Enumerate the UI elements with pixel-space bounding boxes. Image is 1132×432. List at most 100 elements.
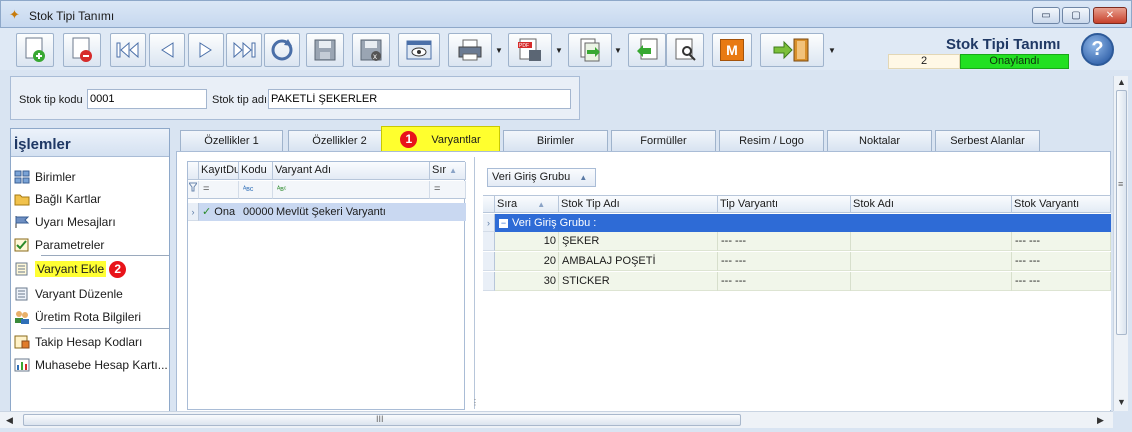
- table-row[interactable]: 20 AMBALAJ POŞETİ --- --- --- ---: [495, 252, 1111, 271]
- tab-properties-1[interactable]: Özellikler 1: [180, 130, 283, 151]
- last-record-button[interactable]: [226, 33, 262, 67]
- action-production-route[interactable]: Üretim Rota Bilgileri: [11, 306, 169, 328]
- m-button[interactable]: M: [712, 33, 752, 67]
- minimize-button[interactable]: ▭: [1032, 7, 1060, 24]
- stock-name-cell[interactable]: [851, 252, 1012, 271]
- action-warning-messages[interactable]: Uyarı Mesajları: [11, 211, 169, 233]
- filter-variant-name[interactable]: ᴬʙᶜ: [273, 181, 430, 199]
- variant-status-cell[interactable]: ✓ Ona: [200, 203, 239, 221]
- export-button[interactable]: [568, 33, 612, 67]
- help-button[interactable]: ?: [1081, 33, 1114, 66]
- table-row[interactable]: 30 STICKER --- --- --- ---: [495, 272, 1111, 291]
- first-record-button[interactable]: [110, 33, 146, 67]
- exit-dropdown-icon[interactable]: ▼: [828, 46, 836, 55]
- export-icon: [580, 38, 600, 62]
- exit-button[interactable]: [760, 33, 824, 67]
- action-parameters[interactable]: Parametreler: [11, 234, 169, 256]
- maximize-button[interactable]: ▢: [1062, 7, 1090, 24]
- scroll-down-icon[interactable]: ▼: [1117, 397, 1126, 407]
- variant-code-cell[interactable]: 00000: [241, 203, 274, 221]
- horizontal-scroll-thumb[interactable]: III: [23, 414, 741, 426]
- col-header-order[interactable]: Sır ▲: [430, 162, 466, 180]
- splitter[interactable]: [474, 157, 475, 409]
- col-header-stock-type-name[interactable]: Stok Tip Adı: [559, 195, 718, 213]
- tab-variants[interactable]: 1 Varyantlar: [381, 126, 500, 152]
- stock-type-code-input[interactable]: [87, 89, 207, 109]
- action-label: Parametreler: [35, 238, 105, 252]
- print-dropdown-icon[interactable]: ▼: [495, 46, 503, 55]
- col-header-sira[interactable]: Sıra ▲: [495, 195, 559, 213]
- col-header-code[interactable]: Kodu: [239, 162, 273, 180]
- sira-cell[interactable]: 20: [495, 252, 559, 271]
- tab-units[interactable]: Birimler: [503, 130, 608, 151]
- action-accounting-card[interactable]: Muhasebe Hesap Kartı...: [11, 354, 169, 376]
- delete-record-button[interactable]: [63, 33, 101, 67]
- tab-points[interactable]: Noktalar: [827, 130, 932, 151]
- stock-type-name-input[interactable]: [268, 89, 571, 109]
- status-badge: Onaylandı: [960, 54, 1069, 69]
- col-header-stock-variant[interactable]: Stok Varyantı: [1012, 195, 1111, 213]
- print-button[interactable]: [448, 33, 492, 67]
- export-dropdown-icon[interactable]: ▼: [614, 46, 622, 55]
- menu-separator: [41, 255, 169, 256]
- save-button[interactable]: [306, 33, 344, 67]
- tools-button[interactable]: [666, 33, 704, 67]
- preview-button[interactable]: [398, 33, 440, 67]
- filter-order[interactable]: =: [430, 181, 466, 199]
- action-linked-cards[interactable]: Bağlı Kartlar: [11, 188, 169, 210]
- collapse-icon[interactable]: −: [499, 219, 508, 228]
- indicator-header: [483, 195, 495, 213]
- pdf-export-button[interactable]: PDF: [508, 33, 552, 67]
- refresh-button[interactable]: [264, 33, 300, 67]
- new-record-button[interactable]: [16, 33, 54, 67]
- next-record-button[interactable]: [188, 33, 224, 67]
- scroll-left-icon[interactable]: ◀: [6, 415, 13, 426]
- group-row[interactable]: − Veri Giriş Grubu :: [495, 214, 1111, 232]
- import-button[interactable]: [628, 33, 666, 67]
- filter-code[interactable]: ᴬʙᴄ: [239, 181, 273, 199]
- action-units[interactable]: Birimler: [11, 166, 169, 188]
- group-by-button[interactable]: Veri Giriş Grubu ▲: [487, 168, 596, 187]
- horizontal-scrollbar[interactable]: ◀ III ▶: [0, 411, 1113, 428]
- variant-name-cell[interactable]: Mevlüt Şekeri Varyantı: [274, 203, 428, 221]
- tab-formulas[interactable]: Formüller: [611, 130, 716, 151]
- pdf-dropdown-icon[interactable]: ▼: [555, 46, 563, 55]
- pdf-icon: PDF: [518, 38, 541, 61]
- scroll-right-icon[interactable]: ▶: [1097, 415, 1104, 426]
- stock-name-cell[interactable]: [851, 272, 1012, 291]
- stock-type-name-cell[interactable]: STICKER: [559, 272, 718, 291]
- tab-image-logo[interactable]: Resim / Logo: [719, 130, 824, 151]
- sira-cell[interactable]: 30: [495, 272, 559, 291]
- cancel-save-button[interactable]: x: [352, 33, 390, 67]
- splitter-grip-icon[interactable]: ⋮: [471, 398, 479, 407]
- stock-variant-cell[interactable]: --- ---: [1012, 232, 1111, 251]
- table-row[interactable]: 10 ŞEKER --- --- --- ---: [495, 232, 1111, 251]
- stock-variant-cell[interactable]: --- ---: [1012, 252, 1111, 271]
- close-button[interactable]: ✕: [1093, 7, 1127, 24]
- vertical-scrollbar[interactable]: ▲ ≡ ▼: [1113, 76, 1128, 411]
- tab-free-fields[interactable]: Serbest Alanlar: [935, 130, 1040, 151]
- filter-status[interactable]: =: [199, 181, 239, 199]
- stock-name-cell[interactable]: [851, 232, 1012, 251]
- stock-type-name-cell[interactable]: AMBALAJ POŞETİ: [559, 252, 718, 271]
- action-label: Varyant Düzenle: [35, 287, 123, 301]
- action-add-variant[interactable]: Varyant Ekle 2: [11, 258, 169, 280]
- action-tracking-account-codes[interactable]: Takip Hesap Kodları: [11, 331, 169, 353]
- sira-cell[interactable]: 10: [495, 232, 559, 251]
- col-header-status[interactable]: KayıtDu: [199, 162, 239, 180]
- action-edit-variant[interactable]: Varyant Düzenle: [11, 283, 169, 305]
- vertical-scroll-thumb[interactable]: ≡: [1116, 90, 1127, 335]
- variant-order-cell[interactable]: [430, 203, 466, 221]
- stock-variant-cell[interactable]: --- ---: [1012, 272, 1111, 291]
- scroll-up-icon[interactable]: ▲: [1117, 77, 1126, 87]
- prev-record-button[interactable]: [149, 33, 185, 67]
- col-header-stock-name[interactable]: Stok Adı: [851, 195, 1012, 213]
- type-variant-cell[interactable]: --- ---: [718, 272, 851, 291]
- butterfly-logo-icon: ✦: [9, 7, 20, 22]
- type-variant-cell[interactable]: --- ---: [718, 252, 851, 271]
- col-header-variant-name[interactable]: Varyant Adı: [273, 162, 430, 180]
- col-header-type-variant[interactable]: Tip Varyantı: [718, 195, 851, 213]
- stock-type-name-cell[interactable]: ŞEKER: [559, 232, 718, 251]
- tab-properties-2[interactable]: Özellikler 2: [288, 130, 391, 151]
- type-variant-cell[interactable]: --- ---: [718, 232, 851, 251]
